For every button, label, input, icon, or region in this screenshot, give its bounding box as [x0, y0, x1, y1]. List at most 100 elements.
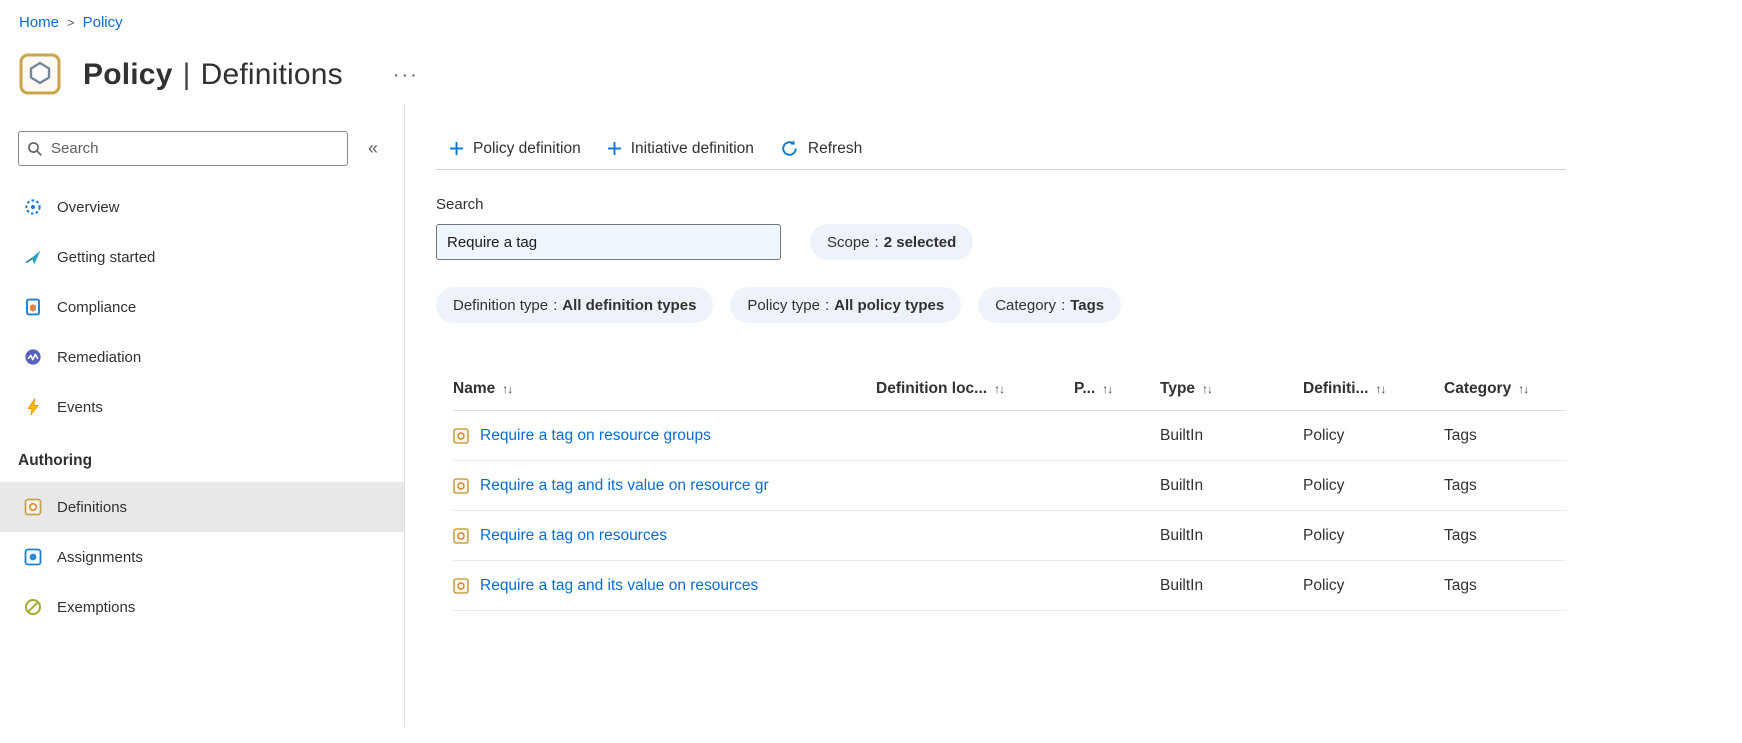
column-header-definition-type[interactable]: Definiti... ↑↓	[1303, 380, 1444, 398]
search-label: Search	[436, 196, 484, 213]
sidebar-item-label: Exemptions	[57, 598, 136, 616]
type-cell: BuiltIn	[1160, 576, 1204, 594]
definition-type-cell: Policy	[1303, 526, 1345, 544]
sort-icon: ↑↓	[1375, 381, 1386, 396]
breadcrumb-chevron-icon: >	[67, 14, 75, 30]
assignments-icon	[24, 548, 42, 566]
sidebar-item-overview[interactable]: Overview	[0, 182, 404, 232]
pill-value: All policy types	[834, 296, 945, 314]
definition-type-cell: Policy	[1303, 576, 1345, 594]
policy-definition-icon	[453, 577, 469, 594]
sidebar-item-compliance[interactable]: Compliance	[0, 282, 404, 332]
page-header: Home > Policy Policy | Definitions ···	[0, 0, 1742, 104]
sidebar-item-assignments[interactable]: Assignments	[0, 532, 404, 582]
definitions-search-box[interactable]	[436, 224, 781, 260]
category-cell: Tags	[1444, 476, 1477, 494]
sidebar-item-label: Getting started	[57, 248, 156, 266]
definition-link[interactable]: Require a tag and its value on resource …	[480, 477, 769, 495]
column-header-name[interactable]: Name ↑↓	[453, 380, 876, 398]
category-cell: Tags	[1444, 526, 1477, 544]
column-header-type[interactable]: Type ↑↓	[1160, 380, 1303, 398]
events-icon	[27, 398, 39, 416]
policy-definition-label: Policy definition	[473, 139, 581, 157]
pill-label: Definition type	[453, 296, 549, 314]
page-title-separator: |	[182, 58, 191, 91]
type-cell: BuiltIn	[1160, 526, 1204, 544]
sidebar-item-remediation[interactable]: Remediation	[0, 332, 404, 382]
page-title: Policy | Definitions	[83, 58, 343, 92]
type-cell: BuiltIn	[1160, 476, 1204, 494]
definitions-table: Name ↑↓ Definition loc... ↑↓ P... ↑↓ Typ…	[453, 367, 1566, 611]
definitions-icon	[24, 498, 42, 516]
column-header-definition-location[interactable]: Definition loc... ↑↓	[876, 380, 1074, 398]
refresh-button[interactable]: Refresh	[767, 128, 875, 169]
definition-link[interactable]: Require a tag and its value on resources	[480, 577, 758, 595]
sidebar-item-label: Overview	[57, 198, 120, 216]
sidebar-search-input[interactable]	[51, 140, 339, 157]
column-header-p[interactable]: P... ↑↓	[1074, 380, 1160, 398]
sort-icon: ↑↓	[1202, 381, 1213, 396]
sidebar-item-label: Compliance	[57, 298, 137, 316]
category-filter-pill[interactable]: Category : Tags	[978, 287, 1122, 323]
sidebar-item-events[interactable]: Events	[0, 382, 404, 432]
sort-icon: ↑↓	[1518, 381, 1529, 396]
category-cell: Tags	[1444, 576, 1477, 594]
pill-value: 2 selected	[883, 233, 957, 251]
compliance-icon	[26, 298, 40, 316]
policy-definition-icon	[453, 427, 469, 444]
policy-definition-icon	[453, 477, 469, 494]
table-row[interactable]: Require a tag and its value on resource …	[453, 461, 1566, 511]
sidebar-item-label: Assignments	[57, 548, 143, 566]
table-row[interactable]: Require a tag on resources BuiltIn Polic…	[453, 511, 1566, 561]
sort-icon: ↑↓	[1102, 381, 1113, 396]
category-cell: Tags	[1444, 426, 1477, 444]
sidebar-item-label: Remediation	[57, 348, 142, 366]
page-title-subtitle: Definitions	[200, 58, 343, 91]
pill-label: Scope	[827, 233, 870, 251]
sort-icon: ↑↓	[502, 381, 513, 396]
breadcrumb: Home > Policy	[19, 10, 1742, 34]
refresh-icon	[782, 140, 797, 156]
remediation-icon	[25, 349, 41, 365]
overview-icon	[25, 199, 41, 215]
pill-separator: :	[824, 296, 830, 314]
getting-started-icon	[25, 250, 41, 265]
sidebar-search-box[interactable]	[18, 131, 348, 166]
definition-link[interactable]: Require a tag on resource groups	[480, 427, 711, 445]
definition-type-filter-pill[interactable]: Definition type : All definition types	[436, 287, 714, 323]
sidebar-item-getting-started[interactable]: Getting started	[0, 232, 404, 282]
policy-icon	[19, 49, 65, 102]
table-row[interactable]: Require a tag on resource groups BuiltIn…	[453, 411, 1566, 461]
page-title-main: Policy	[83, 58, 173, 91]
initiative-definition-label: Initiative definition	[630, 139, 754, 157]
more-menu-button[interactable]: ···	[387, 60, 425, 91]
pill-separator: :	[1061, 296, 1066, 314]
type-cell: BuiltIn	[1160, 426, 1204, 444]
pill-value: All definition types	[562, 296, 697, 314]
table-row[interactable]: Require a tag and its value on resources…	[453, 561, 1566, 611]
exemptions-icon	[25, 599, 41, 615]
sort-icon: ↑↓	[994, 381, 1005, 396]
collapse-sidebar-button[interactable]: «	[362, 136, 384, 161]
breadcrumb-policy-link[interactable]: Policy	[83, 14, 123, 31]
scope-filter-pill[interactable]: Scope : 2 selected	[810, 224, 974, 260]
definition-link[interactable]: Require a tag on resources	[480, 527, 667, 545]
policy-definition-button[interactable]: Policy definition	[436, 128, 594, 169]
column-header-category[interactable]: Category ↑↓	[1444, 380, 1566, 398]
sidebar-item-exemptions[interactable]: Exemptions	[0, 582, 404, 632]
refresh-label: Refresh	[807, 139, 863, 157]
sidebar-item-definitions[interactable]: Definitions	[0, 482, 404, 532]
plus-icon	[449, 141, 464, 156]
pill-separator: :	[553, 296, 558, 314]
policy-type-filter-pill[interactable]: Policy type : All policy types	[730, 287, 962, 323]
definitions-search-input[interactable]	[447, 233, 770, 251]
sidebar-item-label: Definitions	[57, 498, 128, 516]
plus-icon	[607, 141, 621, 156]
initiative-definition-button[interactable]: Initiative definition	[594, 128, 767, 169]
main-content: Policy definition Initiative definition …	[405, 104, 1602, 727]
pill-value: Tags	[1070, 296, 1105, 314]
sidebar-section-authoring: Authoring	[18, 452, 93, 469]
pill-separator: :	[874, 233, 879, 251]
breadcrumb-home-link[interactable]: Home	[19, 14, 59, 31]
table-header-row: Name ↑↓ Definition loc... ↑↓ P... ↑↓ Typ…	[453, 367, 1566, 411]
